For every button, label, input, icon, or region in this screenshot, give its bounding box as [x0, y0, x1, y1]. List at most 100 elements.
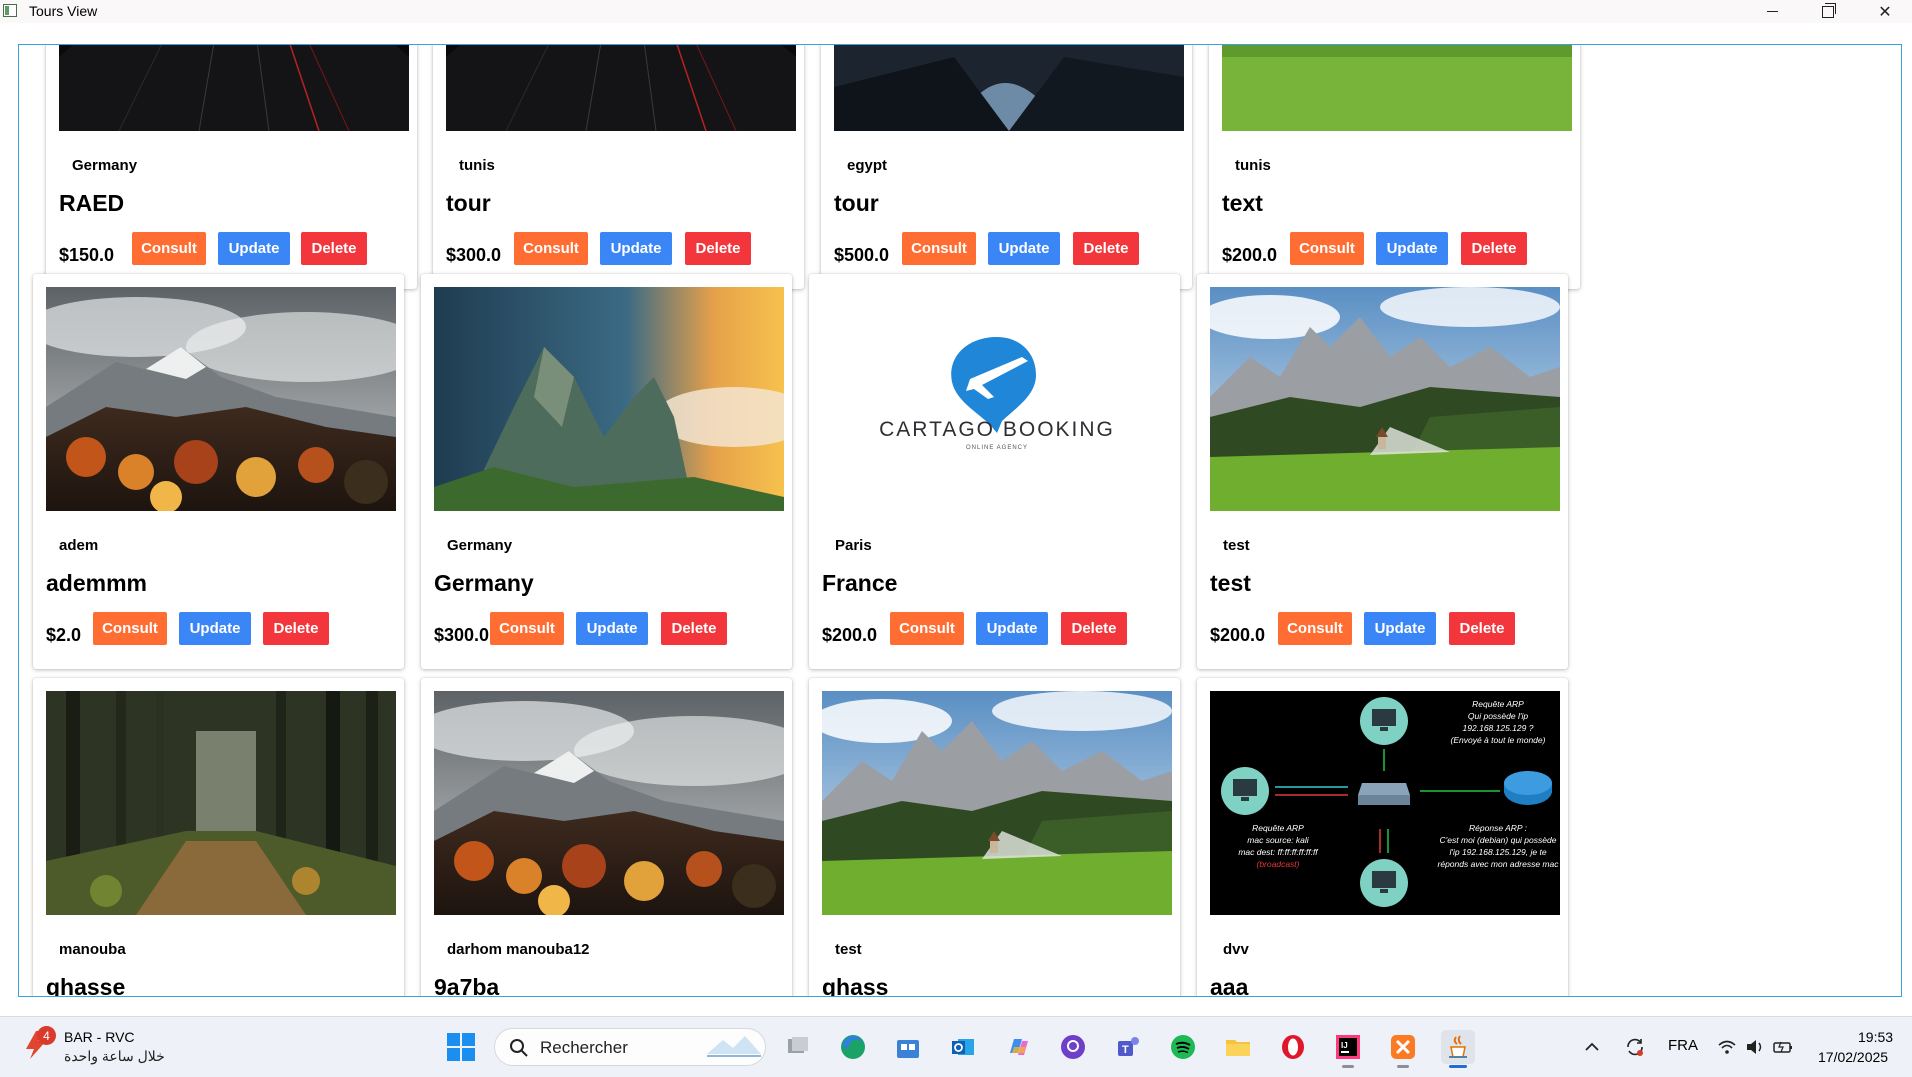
- consult-button[interactable]: Consult: [890, 612, 964, 645]
- opera-icon[interactable]: [1276, 1030, 1310, 1064]
- tour-name: France: [822, 570, 898, 596]
- consult-button[interactable]: Consult: [514, 232, 588, 265]
- weather-subtitle: خلال ساعة واحدة: [64, 1048, 165, 1064]
- edge-icon[interactable]: [836, 1030, 870, 1064]
- update-button[interactable]: Update: [1376, 232, 1448, 265]
- svg-text:Requête ARP: Requête ARP: [1252, 823, 1304, 833]
- svg-text:l'ip 192.168.125.129, je te: l'ip 192.168.125.129, je te: [1449, 847, 1546, 857]
- consult-button[interactable]: Consult: [1278, 612, 1352, 645]
- update-button[interactable]: Update: [218, 232, 290, 265]
- consult-button[interactable]: Consult: [1290, 232, 1364, 265]
- delete-button[interactable]: Delete: [685, 232, 751, 265]
- spotify-icon[interactable]: [1166, 1030, 1200, 1064]
- tour-location: Paris: [835, 537, 872, 554]
- tour-name: test: [1210, 570, 1251, 596]
- tour-name: ademmm: [46, 570, 147, 596]
- tour-location: Germany: [447, 537, 513, 554]
- tour-name: 9a7ba: [434, 974, 500, 997]
- running-indicator: [1342, 1065, 1354, 1068]
- tour-price: $2.0: [46, 625, 82, 645]
- computer-icon: [1221, 767, 1269, 815]
- tour-image: [46, 287, 396, 511]
- windows-icon: [447, 1033, 475, 1061]
- clock-date[interactable]: 17/02/2025: [1818, 1049, 1888, 1065]
- battery-icon[interactable]: [1766, 1030, 1800, 1064]
- tour-card: test ghass: [809, 678, 1180, 996]
- window-title-bar: Tours View ✕: [0, 0, 1912, 23]
- tour-location: test: [1223, 537, 1250, 554]
- svg-text:(broadcast): (broadcast): [1257, 859, 1300, 869]
- svg-text:mac source: kali: mac source: kali: [1247, 835, 1310, 845]
- search-box[interactable]: Rechercher: [494, 1028, 766, 1066]
- tour-price: $200.0: [822, 625, 878, 645]
- delete-button[interactable]: Delete: [1449, 612, 1515, 645]
- github-icon[interactable]: [1056, 1030, 1090, 1064]
- tour-card: CARTAGO BOOKING ONLINE AGENCY Paris Fran…: [809, 274, 1180, 669]
- tour-location: manouba: [59, 941, 126, 958]
- tour-card: tunis tour $300.0 Consult Update Delete: [433, 44, 804, 289]
- update-button[interactable]: Update: [1364, 612, 1436, 645]
- tour-price: $200.0: [1222, 245, 1278, 265]
- taskbar: 4 BAR - RVC خلال ساعة واحدة Rechercher T: [0, 1016, 1912, 1077]
- store-icon[interactable]: [891, 1030, 925, 1064]
- copilot-icon[interactable]: [1001, 1030, 1035, 1064]
- tour-location: egypt: [847, 157, 888, 174]
- tour-price: $500.0: [834, 245, 890, 265]
- consult-button[interactable]: Consult: [490, 612, 564, 645]
- task-view-icon[interactable]: [781, 1030, 815, 1064]
- restore-button[interactable]: [1800, 0, 1856, 23]
- tour-image: [434, 691, 784, 915]
- tour-image: [434, 287, 784, 511]
- tour-card: manouba ghasse: [33, 678, 404, 996]
- tour-location: Germany: [72, 157, 138, 174]
- tours-scroll-viewport[interactable]: Germany RAED $150.0 Consult Update Delet…: [18, 44, 1902, 997]
- start-button[interactable]: [445, 1031, 477, 1063]
- update-button[interactable]: Update: [976, 612, 1048, 645]
- tour-price: $200.0: [1210, 625, 1266, 645]
- delete-button[interactable]: Delete: [263, 612, 329, 645]
- tour-card: Requête ARP Qui possède l'ip 192.168.125…: [1197, 678, 1568, 996]
- delete-button[interactable]: Delete: [1061, 612, 1127, 645]
- java-icon[interactable]: [1441, 1030, 1475, 1068]
- close-button[interactable]: ✕: [1857, 0, 1912, 23]
- intellij-icon[interactable]: IJ: [1331, 1030, 1365, 1068]
- svg-text:Réponse ARP :: Réponse ARP :: [1469, 823, 1528, 833]
- tour-name: tour: [834, 190, 879, 216]
- teams-icon[interactable]: T: [1111, 1030, 1145, 1064]
- update-button[interactable]: Update: [576, 612, 648, 645]
- tour-location: test: [835, 941, 862, 958]
- active-indicator: [1449, 1065, 1467, 1068]
- tours-grid: Germany RAED $150.0 Consult Update Delet…: [19, 44, 1901, 997]
- language-indicator[interactable]: FRA: [1668, 1037, 1698, 1054]
- sync-icon[interactable]: [1618, 1030, 1652, 1064]
- chevron-up-icon[interactable]: [1575, 1030, 1609, 1064]
- delete-button[interactable]: Delete: [1073, 232, 1139, 265]
- computer-icon: [1360, 859, 1408, 907]
- update-button[interactable]: Update: [988, 232, 1060, 265]
- xampp-icon[interactable]: [1386, 1030, 1420, 1068]
- delete-button[interactable]: Delete: [301, 232, 367, 265]
- tour-card: egypt tour $500.0 Consult Update Delete: [821, 45, 1192, 289]
- tour-location: darhom manouba12: [447, 941, 590, 958]
- delete-button[interactable]: Delete: [661, 612, 727, 645]
- tour-location: tunis: [1235, 157, 1271, 174]
- consult-button[interactable]: Consult: [132, 232, 206, 265]
- tour-card: darhom manouba12 9a7ba: [421, 678, 792, 997]
- tour-name: tour: [446, 190, 491, 216]
- tour-price: $150.0: [59, 245, 115, 265]
- tour-image: [446, 44, 796, 131]
- tour-price: $300.0: [434, 625, 490, 645]
- update-button[interactable]: Update: [600, 232, 672, 265]
- outlook-icon[interactable]: [946, 1030, 980, 1064]
- consult-button[interactable]: Consult: [93, 612, 167, 645]
- tour-card: adem ademmm $2.0 Consult Update Delete: [33, 274, 404, 669]
- consult-button[interactable]: Consult: [902, 232, 976, 265]
- tour-card: Germany RAED $150.0 Consult Update Delet…: [46, 45, 417, 289]
- clock-time[interactable]: 19:53: [1858, 1029, 1893, 1045]
- svg-text:Qui possède l'ip: Qui possède l'ip: [1468, 711, 1528, 721]
- delete-button[interactable]: Delete: [1461, 232, 1527, 265]
- minimize-button[interactable]: [1744, 0, 1800, 23]
- tour-image: Requête ARP Qui possède l'ip 192.168.125…: [1210, 691, 1560, 915]
- file-explorer-icon[interactable]: [1221, 1030, 1255, 1064]
- update-button[interactable]: Update: [179, 612, 251, 645]
